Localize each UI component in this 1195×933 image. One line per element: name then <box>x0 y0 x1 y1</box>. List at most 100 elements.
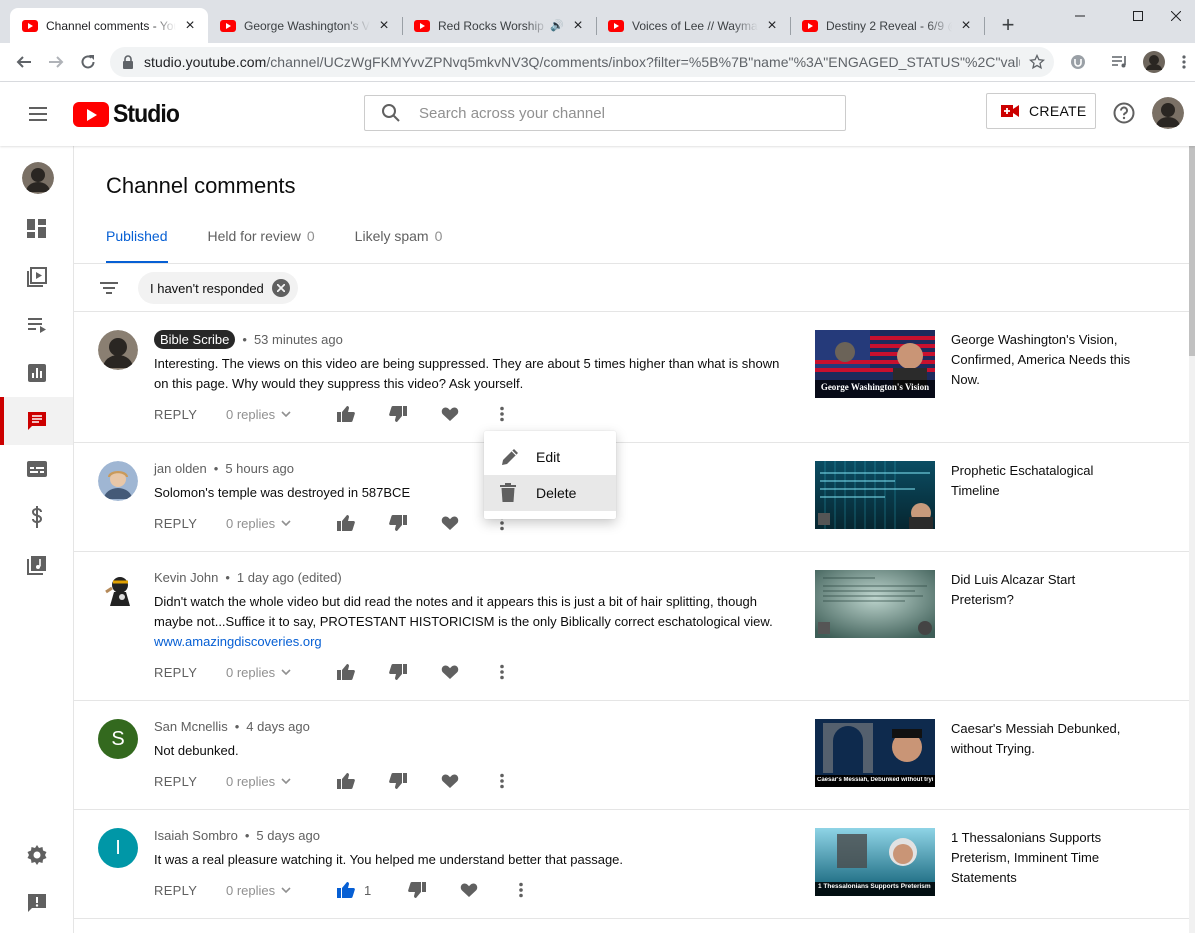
media-controls-button[interactable] <box>1108 50 1132 74</box>
nav-audio-library[interactable] <box>0 541 73 589</box>
commenter-avatar[interactable] <box>98 330 138 370</box>
reply-button[interactable]: REPLY <box>154 516 226 531</box>
extension-button[interactable] <box>1066 50 1090 74</box>
tab-published[interactable]: Published <box>106 228 168 264</box>
like-button[interactable] <box>334 878 358 902</box>
tab-likely-spam[interactable]: Likely spam 0 <box>355 228 443 264</box>
nav-subtitles[interactable] <box>0 445 73 493</box>
comment-author[interactable]: Kevin John <box>154 570 218 585</box>
browser-tab-destiny-2[interactable]: Destiny 2 Reveal - 6/9 @ × <box>790 8 984 43</box>
comment-author[interactable]: San Mcnellis <box>154 719 228 734</box>
close-tab-icon[interactable]: × <box>376 17 392 34</box>
dislike-button[interactable] <box>386 511 410 535</box>
replies-dropdown[interactable]: 0 replies <box>226 665 334 680</box>
nav-dashboard[interactable] <box>0 205 73 253</box>
comment-link[interactable]: www.amazingdiscoveries.org <box>154 634 322 649</box>
comment-options-button[interactable] <box>490 402 514 426</box>
browser-tab-channel-comments[interactable]: Channel comments - YouTube Studio × <box>10 8 208 43</box>
nav-content[interactable] <box>0 253 73 301</box>
audio-playing-icon[interactable]: 🔊 <box>550 19 564 32</box>
heart-button[interactable] <box>438 402 462 426</box>
nav-playlists[interactable] <box>0 301 73 349</box>
account-avatar[interactable] <box>1152 97 1184 129</box>
heart-button[interactable] <box>438 660 462 684</box>
back-button[interactable] <box>12 50 36 74</box>
browser-menu-button[interactable] <box>1176 50 1192 74</box>
nav-comments[interactable] <box>0 397 73 445</box>
menu-item-edit[interactable]: Edit <box>484 439 616 475</box>
create-button[interactable]: CREATE <box>986 93 1096 129</box>
video-title[interactable]: 1 Thessalonians Supports Preterism, Immi… <box>951 828 1131 888</box>
comment-author[interactable]: Bible Scribe <box>154 330 236 349</box>
like-button[interactable] <box>334 660 358 684</box>
maximize-window-button[interactable] <box>1115 0 1161 32</box>
search-input[interactable]: Search across your channel <box>419 105 605 122</box>
nav-analytics[interactable] <box>0 349 73 397</box>
close-tab-icon[interactable]: × <box>570 17 586 34</box>
video-thumbnail[interactable]: 1 Thessalonians Supports Preterism <box>815 828 935 896</box>
nav-settings[interactable] <box>0 831 73 879</box>
close-window-button[interactable] <box>1157 0 1195 32</box>
like-button[interactable] <box>334 511 358 535</box>
comment-time[interactable]: 5 hours ago <box>225 461 294 476</box>
browser-tab-george-washington[interactable]: George Washington's Vision × <box>208 8 402 43</box>
minimize-window-button[interactable] <box>1057 0 1103 32</box>
close-tab-icon[interactable]: × <box>958 17 974 34</box>
video-title[interactable]: Did Luis Alcazar Start Preterism? <box>951 570 1131 610</box>
heart-button[interactable] <box>457 878 481 902</box>
reply-button[interactable]: REPLY <box>154 883 226 898</box>
video-title[interactable]: George Washington's Vision, Confirmed, A… <box>951 330 1131 390</box>
comment-time[interactable]: 53 minutes ago <box>254 332 343 347</box>
comment-time[interactable]: 5 days ago <box>256 828 320 843</box>
commenter-avatar[interactable] <box>98 461 138 501</box>
dislike-button[interactable] <box>386 660 410 684</box>
reply-button[interactable]: REPLY <box>154 407 226 422</box>
nav-send-feedback[interactable] <box>0 879 73 927</box>
reply-button[interactable]: REPLY <box>154 774 226 789</box>
page-scrollbar[interactable] <box>1189 146 1195 933</box>
forward-button[interactable] <box>44 50 68 74</box>
close-tab-icon[interactable]: × <box>764 17 780 34</box>
dislike-button[interactable] <box>386 402 410 426</box>
replies-dropdown[interactable]: 0 replies <box>226 407 334 422</box>
tab-held-for-review[interactable]: Held for review 0 <box>208 228 315 264</box>
commenter-avatar[interactable]: I <box>98 828 138 868</box>
video-thumbnail[interactable] <box>815 461 935 529</box>
address-bar[interactable]: studio.youtube.com/channel/UCzWgFKMYvvZP… <box>110 47 1054 77</box>
search-box[interactable]: Search across your channel <box>364 95 846 131</box>
channel-avatar[interactable] <box>22 162 54 194</box>
comment-options-button[interactable] <box>509 878 533 902</box>
comment-options-button[interactable] <box>490 769 514 793</box>
menu-item-delete[interactable]: Delete <box>484 475 616 511</box>
new-tab-button[interactable]: + <box>996 14 1020 38</box>
dislike-button[interactable] <box>386 769 410 793</box>
comment-time[interactable]: 4 days ago <box>246 719 310 734</box>
browser-tab-voices-of-lee[interactable]: Voices of Lee // Wayma × <box>596 8 790 43</box>
filter-button[interactable] <box>98 278 120 298</box>
commenter-avatar[interactable]: S <box>98 719 138 759</box>
heart-button[interactable] <box>438 511 462 535</box>
video-thumbnail[interactable]: Caesar's Messiah, Debunked without tryin… <box>815 719 935 787</box>
replies-dropdown[interactable]: 0 replies <box>226 774 334 789</box>
reply-button[interactable]: REPLY <box>154 665 226 680</box>
profile-avatar-button[interactable] <box>1142 50 1166 74</box>
like-button[interactable] <box>334 769 358 793</box>
dislike-button[interactable] <box>405 878 429 902</box>
comment-author[interactable]: jan olden <box>154 461 207 476</box>
commenter-avatar[interactable] <box>98 570 138 610</box>
comment-time[interactable]: 1 day ago (edited) <box>237 570 342 585</box>
replies-dropdown[interactable]: 0 replies <box>226 883 334 898</box>
video-thumbnail[interactable] <box>815 570 935 638</box>
video-title[interactable]: Caesar's Messiah Debunked, without Tryin… <box>951 719 1131 759</box>
bookmark-star-button[interactable] <box>1020 54 1054 70</box>
reload-button[interactable] <box>76 50 100 74</box>
like-button[interactable] <box>334 402 358 426</box>
remove-filter-button[interactable] <box>271 279 290 297</box>
comment-options-button[interactable] <box>490 660 514 684</box>
studio-logo[interactable]: Studio <box>73 100 185 129</box>
browser-tab-red-rocks[interactable]: Red Rocks Worship - 🔊 × <box>402 8 596 43</box>
close-tab-icon[interactable]: × <box>182 17 198 34</box>
video-thumbnail[interactable]: George Washington's Vision <box>815 330 935 398</box>
help-button[interactable] <box>1113 102 1135 124</box>
hamburger-menu-button[interactable] <box>26 102 50 126</box>
